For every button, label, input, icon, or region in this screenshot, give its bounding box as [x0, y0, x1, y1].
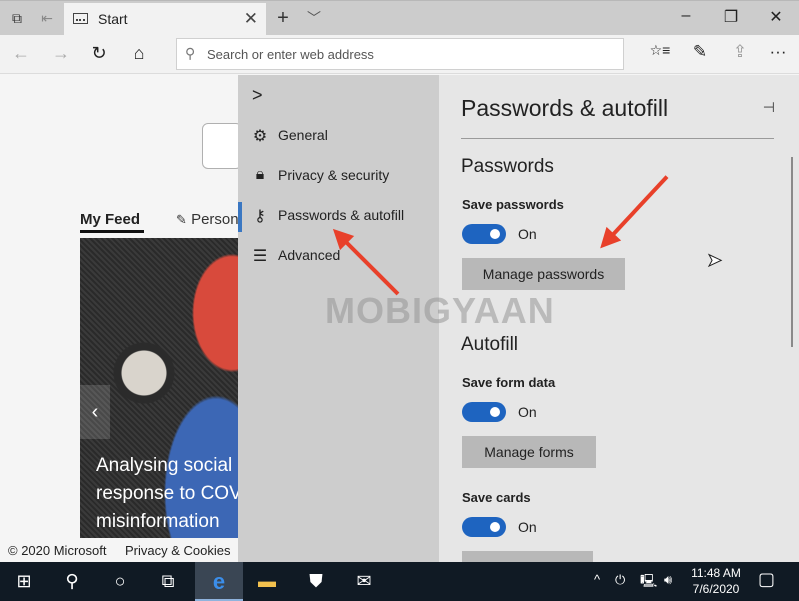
forward-button[interactable]: →	[50, 43, 72, 64]
nav-item-privacy[interactable]: 🔒︎ Privacy & security	[238, 156, 439, 196]
manage-forms-button[interactable]: Manage forms	[462, 436, 596, 468]
tab-my-feed[interactable]: My Feed	[80, 211, 140, 228]
file-explorer-icon[interactable]: ▬	[243, 562, 291, 601]
network-icon[interactable]: 🖳︎	[640, 572, 657, 594]
time: 11:48 AM	[691, 566, 741, 580]
toggle-state: On	[518, 519, 537, 535]
toggle-state: On	[518, 226, 537, 242]
nav-item-label: Privacy & security	[278, 167, 390, 183]
sliders-icon: ☰	[252, 248, 268, 265]
pin-icon[interactable]: ⊣	[763, 99, 775, 116]
new-tab-button[interactable]: +	[274, 8, 292, 28]
privacy-link[interactable]: Privacy & Cookies	[125, 543, 230, 558]
more-icon[interactable]: ···	[766, 42, 790, 62]
key-icon: ⚷	[254, 208, 266, 225]
restore-button[interactable]: ❐	[721, 7, 741, 27]
personalize-label: Person	[191, 211, 239, 228]
notes-icon[interactable]: ✎	[688, 42, 712, 62]
feed-headline[interactable]: Analysing social response to COV misinfo…	[96, 452, 246, 536]
tab-personalize[interactable]: ✎ Person	[176, 211, 239, 228]
back-button[interactable]: ←	[10, 43, 32, 64]
favorites-icon[interactable]: ☆≡	[648, 42, 672, 59]
taskbar: ⊞ ⚲ ○ ⧉ e ▬ ⛊ ✉ ^ ⏻ 🖳︎ 🔊︎ 11:48 AM 7/6/2…	[0, 562, 799, 601]
collapse-chevron-icon[interactable]: >	[252, 85, 263, 106]
save-cards-toggle[interactable]	[462, 517, 506, 537]
panel-title: Passwords & autofill	[461, 95, 669, 121]
date: 7/6/2020	[692, 582, 740, 596]
page-search-box[interactable]	[202, 123, 242, 169]
setting-label-save-form-data: Save form data	[462, 375, 556, 390]
start-page-icon	[73, 13, 88, 24]
copyright-text: © 2020 Microsoft	[8, 543, 107, 558]
divider	[461, 138, 774, 139]
carousel-prev-button[interactable]: ‹	[80, 385, 110, 439]
cortana-icon[interactable]: ○	[96, 562, 144, 601]
nav-item-label: General	[278, 127, 328, 143]
search-icon[interactable]: ⚲	[48, 562, 96, 601]
close-window-button[interactable]: ✕	[766, 7, 786, 27]
active-tab-underline	[80, 230, 144, 233]
mail-icon[interactable]: ✉	[340, 562, 388, 601]
section-heading-passwords: Passwords	[461, 156, 554, 177]
toggle-knob	[490, 229, 500, 239]
save-form-data-toggle[interactable]	[462, 402, 506, 422]
share-icon[interactable]: ⇪	[728, 42, 752, 62]
tab-manager-icon[interactable]: ⧉	[8, 9, 26, 27]
toggle-knob	[490, 522, 500, 532]
tab-bar: ⧉ ⇤ Start ✕ + ﹀ – ❐ ✕	[0, 0, 799, 36]
address-placeholder: Search or enter web address	[207, 47, 374, 62]
notifications-icon[interactable]: ▢	[758, 569, 775, 590]
start-button-icon[interactable]: ⊞	[0, 562, 48, 601]
save-passwords-toggle[interactable]	[462, 224, 506, 244]
pencil-icon: ✎	[176, 212, 187, 227]
manage-passwords-button[interactable]: Manage passwords	[462, 258, 625, 290]
tab-list-chevron-icon[interactable]: ﹀	[305, 9, 323, 27]
toggle-knob	[490, 407, 500, 417]
screen: ⧉ ⇤ Start ✕ + ﹀ – ❐ ✕ ← → ↻ ⌂ ⚲ Search o…	[0, 0, 799, 601]
address-bar-row: ← → ↻ ⌂ ⚲ Search or enter web address ☆≡…	[0, 35, 799, 74]
search-icon: ⚲	[185, 45, 196, 61]
nav-item-general[interactable]: ⚙ General	[238, 116, 439, 156]
headline-line: response to COV	[96, 483, 242, 504]
nav-item-label: Advanced	[278, 247, 341, 263]
headline-line: misinformation	[96, 511, 220, 532]
headline-line: Analysing social	[96, 455, 233, 476]
close-tab-icon[interactable]: ✕	[244, 9, 258, 29]
clock[interactable]: 11:48 AM 7/6/2020	[686, 565, 746, 597]
refresh-button[interactable]: ↻	[88, 43, 110, 64]
edge-icon[interactable]: e	[195, 562, 243, 601]
toggle-state: On	[518, 404, 537, 420]
setting-label-save-cards: Save cards	[462, 490, 531, 505]
start-page: My Feed ✎ Person ‹ Analysing social resp…	[0, 75, 242, 562]
nav-item-label: Passwords & autofill	[278, 207, 405, 223]
address-input[interactable]: ⚲ Search or enter web address	[176, 38, 624, 70]
task-view-icon[interactable]: ⧉	[144, 562, 192, 601]
set-aside-tabs-icon[interactable]: ⇤	[38, 9, 56, 27]
setting-label-save-passwords: Save passwords	[462, 197, 564, 212]
minimize-button[interactable]: –	[676, 7, 696, 25]
tray-chevron-icon[interactable]: ^	[594, 572, 600, 587]
gear-icon: ⚙	[252, 128, 268, 145]
manage-cards-button[interactable]	[462, 551, 593, 562]
tab-start[interactable]: Start ✕	[64, 3, 266, 36]
tab-title: Start	[98, 11, 128, 27]
watermark: MOBIGYAAN	[325, 290, 555, 331]
volume-icon[interactable]: 🔊︎	[664, 572, 672, 588]
section-heading-autofill: Autofill	[461, 334, 519, 355]
power-icon[interactable]: ⏻	[615, 572, 625, 588]
mouse-cursor-icon: ➤	[706, 250, 723, 271]
home-button[interactable]: ⌂	[128, 43, 150, 64]
store-icon[interactable]: ⛊	[292, 562, 340, 601]
scrollbar[interactable]	[791, 157, 793, 347]
lock-icon: 🔒︎	[255, 166, 265, 183]
